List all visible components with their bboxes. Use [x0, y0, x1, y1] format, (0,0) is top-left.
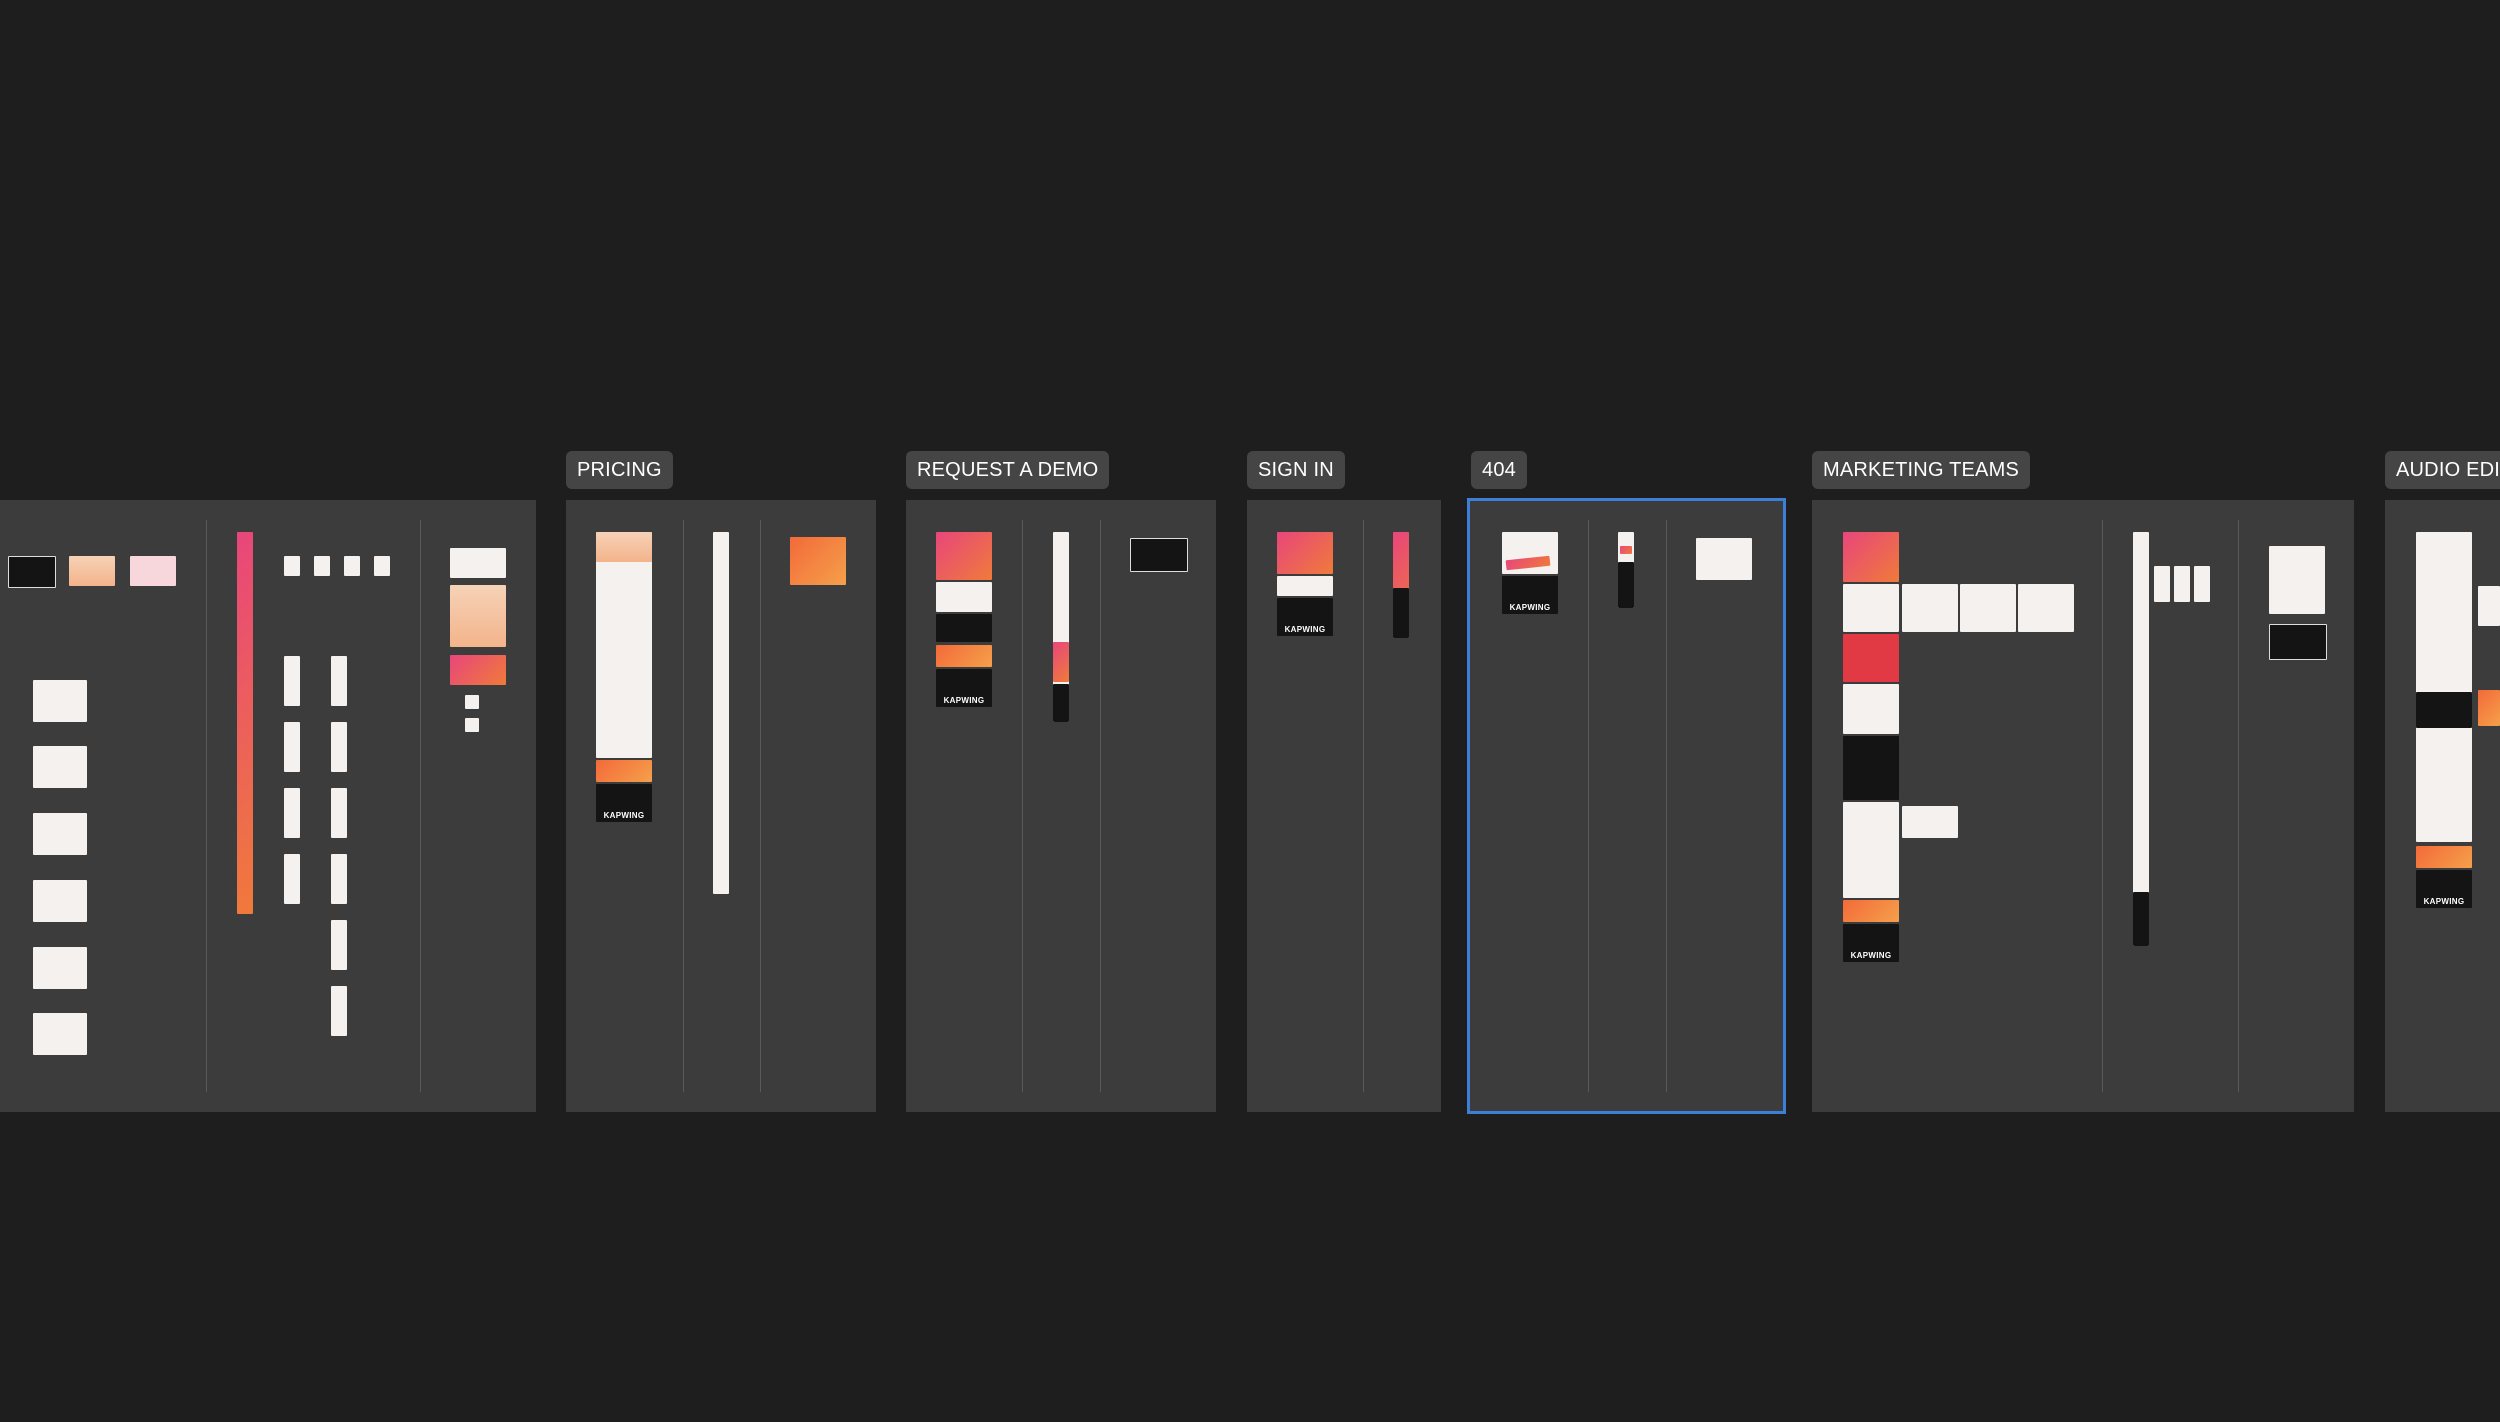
frame-thumbnail[interactable]: [314, 556, 330, 576]
frame-thumbnail[interactable]: [331, 656, 347, 706]
frame-thumbnail[interactable]: [130, 556, 176, 586]
frame-thumbnail[interactable]: [936, 582, 992, 612]
design-canvas[interactable]: PRICING KAPWING REQUEST A DEMO KAPWING S…: [0, 0, 2500, 1422]
frame-thumbnail[interactable]: [8, 556, 56, 588]
frame-thumbnail[interactable]: [284, 722, 300, 772]
frame-thumbnail-tall[interactable]: [1393, 532, 1409, 638]
column-divider: [420, 520, 421, 1092]
frame-thumbnail[interactable]: [284, 656, 300, 706]
frame-thumbnail[interactable]: [1843, 900, 1899, 922]
frame-thumbnail[interactable]: [33, 746, 87, 788]
kapwing-wordmark: KAPWING: [2423, 897, 2465, 906]
frame-thumbnail[interactable]: [284, 556, 300, 576]
frame-thumbnail[interactable]: [374, 556, 390, 576]
frame-thumbnail[interactable]: [33, 880, 87, 922]
kapwing-wordmark: KAPWING: [943, 696, 985, 705]
column-divider: [206, 520, 207, 1092]
frame-thumbnail[interactable]: [465, 718, 479, 732]
kapwing-wordmark: KAPWING: [1509, 603, 1551, 612]
column-divider: [1588, 520, 1589, 1092]
frame-thumbnail[interactable]: [344, 556, 360, 576]
kapwing-wordmark: KAPWING: [1284, 625, 1326, 634]
frame-thumbnail-tall[interactable]: [1053, 532, 1069, 722]
frame-thumbnail[interactable]: [331, 920, 347, 970]
frame-thumbnail[interactable]: [1277, 532, 1333, 574]
frame-thumbnail[interactable]: [1843, 532, 1899, 582]
frame-thumbnail[interactable]: [331, 986, 347, 1036]
frame-thumbnail[interactable]: [936, 645, 992, 667]
frame-thumbnail-footer[interactable]: KAPWING: [2416, 870, 2472, 908]
frame-thumbnail[interactable]: [1843, 736, 1899, 800]
section-label-sign-in[interactable]: SIGN IN: [1247, 451, 1345, 489]
frame-thumbnail-footer[interactable]: KAPWING: [1502, 576, 1558, 614]
frame-thumbnail[interactable]: [2269, 624, 2327, 660]
frame-thumbnail[interactable]: [33, 813, 87, 855]
column-divider: [2238, 520, 2239, 1092]
frame-thumbnail-tall[interactable]: [237, 532, 253, 914]
frame-thumbnail[interactable]: [2018, 584, 2074, 632]
frame-thumbnail[interactable]: [2478, 690, 2500, 726]
frame-thumbnail[interactable]: [331, 788, 347, 838]
kapwing-wordmark: KAPWING: [1850, 951, 1892, 960]
frame-thumbnail[interactable]: [936, 614, 992, 642]
frame-thumbnail[interactable]: [1696, 538, 1752, 580]
frame-thumbnail[interactable]: [1843, 634, 1899, 682]
column-divider: [1022, 520, 1023, 1092]
frame-thumbnail[interactable]: [33, 1013, 87, 1055]
frame-thumbnail[interactable]: [2416, 532, 2472, 842]
frame-thumbnail[interactable]: [1502, 532, 1558, 574]
frame-thumbnail[interactable]: [596, 760, 652, 782]
frame-thumbnail-tall[interactable]: [1618, 532, 1634, 608]
frame-thumbnail[interactable]: [465, 695, 479, 709]
frame-thumbnail[interactable]: [331, 722, 347, 772]
frame-thumbnail[interactable]: [2416, 846, 2472, 868]
frame-thumbnail[interactable]: [1843, 802, 1899, 898]
section-label-request-demo[interactable]: REQUEST A DEMO: [906, 451, 1110, 489]
frame-thumbnail-pricing-desktop[interactable]: [596, 532, 652, 758]
frame-thumbnail[interactable]: [284, 788, 300, 838]
frame-thumbnail[interactable]: [1902, 584, 1958, 632]
frame-thumbnail[interactable]: [2174, 566, 2190, 602]
kapwing-wordmark: KAPWING: [603, 811, 645, 820]
frame-thumbnail[interactable]: [450, 655, 506, 685]
frame-thumbnail-footer[interactable]: KAPWING: [936, 669, 992, 707]
frame-thumbnail-footer[interactable]: KAPWING: [596, 784, 652, 822]
section-label-marketing-teams[interactable]: MARKETING TEAMS: [1812, 451, 2030, 489]
frame-thumbnail[interactable]: [450, 585, 506, 647]
section-label-404[interactable]: 404: [1471, 451, 1527, 489]
frame-thumbnail[interactable]: [1843, 584, 1899, 632]
frame-thumbnail[interactable]: [2154, 566, 2170, 602]
frame-thumbnail-tall[interactable]: [2133, 532, 2149, 946]
frame-thumbnail-footer[interactable]: KAPWING: [1277, 598, 1333, 636]
frame-thumbnail-tall[interactable]: [713, 532, 729, 894]
section-label-pricing[interactable]: PRICING: [566, 451, 673, 489]
column-divider: [1666, 520, 1667, 1092]
frame-thumbnail-footer[interactable]: KAPWING: [1843, 924, 1899, 962]
frame-thumbnail[interactable]: [936, 532, 992, 580]
frame-thumbnail[interactable]: [450, 548, 506, 578]
frame-thumbnail[interactable]: [2194, 566, 2210, 602]
frame-thumbnail[interactable]: [1960, 584, 2016, 632]
column-divider: [1363, 520, 1364, 1092]
frame-thumbnail[interactable]: [69, 556, 115, 586]
frame-thumbnail[interactable]: [331, 854, 347, 904]
frame-thumbnail[interactable]: [1902, 806, 1958, 838]
frame-thumbnail[interactable]: [284, 854, 300, 904]
frame-thumbnail[interactable]: [1277, 576, 1333, 596]
frame-thumbnail[interactable]: [33, 680, 87, 722]
frame-thumbnail[interactable]: [1130, 538, 1188, 572]
frame-thumbnail[interactable]: [1843, 684, 1899, 734]
column-divider: [1100, 520, 1101, 1092]
frame-thumbnail[interactable]: [2478, 586, 2500, 626]
column-divider: [2102, 520, 2103, 1092]
section-label-audio-editor[interactable]: AUDIO EDIT: [2385, 451, 2500, 489]
column-divider: [683, 520, 684, 1092]
frame-thumbnail[interactable]: [790, 537, 846, 585]
frame-thumbnail[interactable]: [33, 947, 87, 989]
column-divider: [760, 520, 761, 1092]
frame-thumbnail[interactable]: [2269, 546, 2325, 614]
